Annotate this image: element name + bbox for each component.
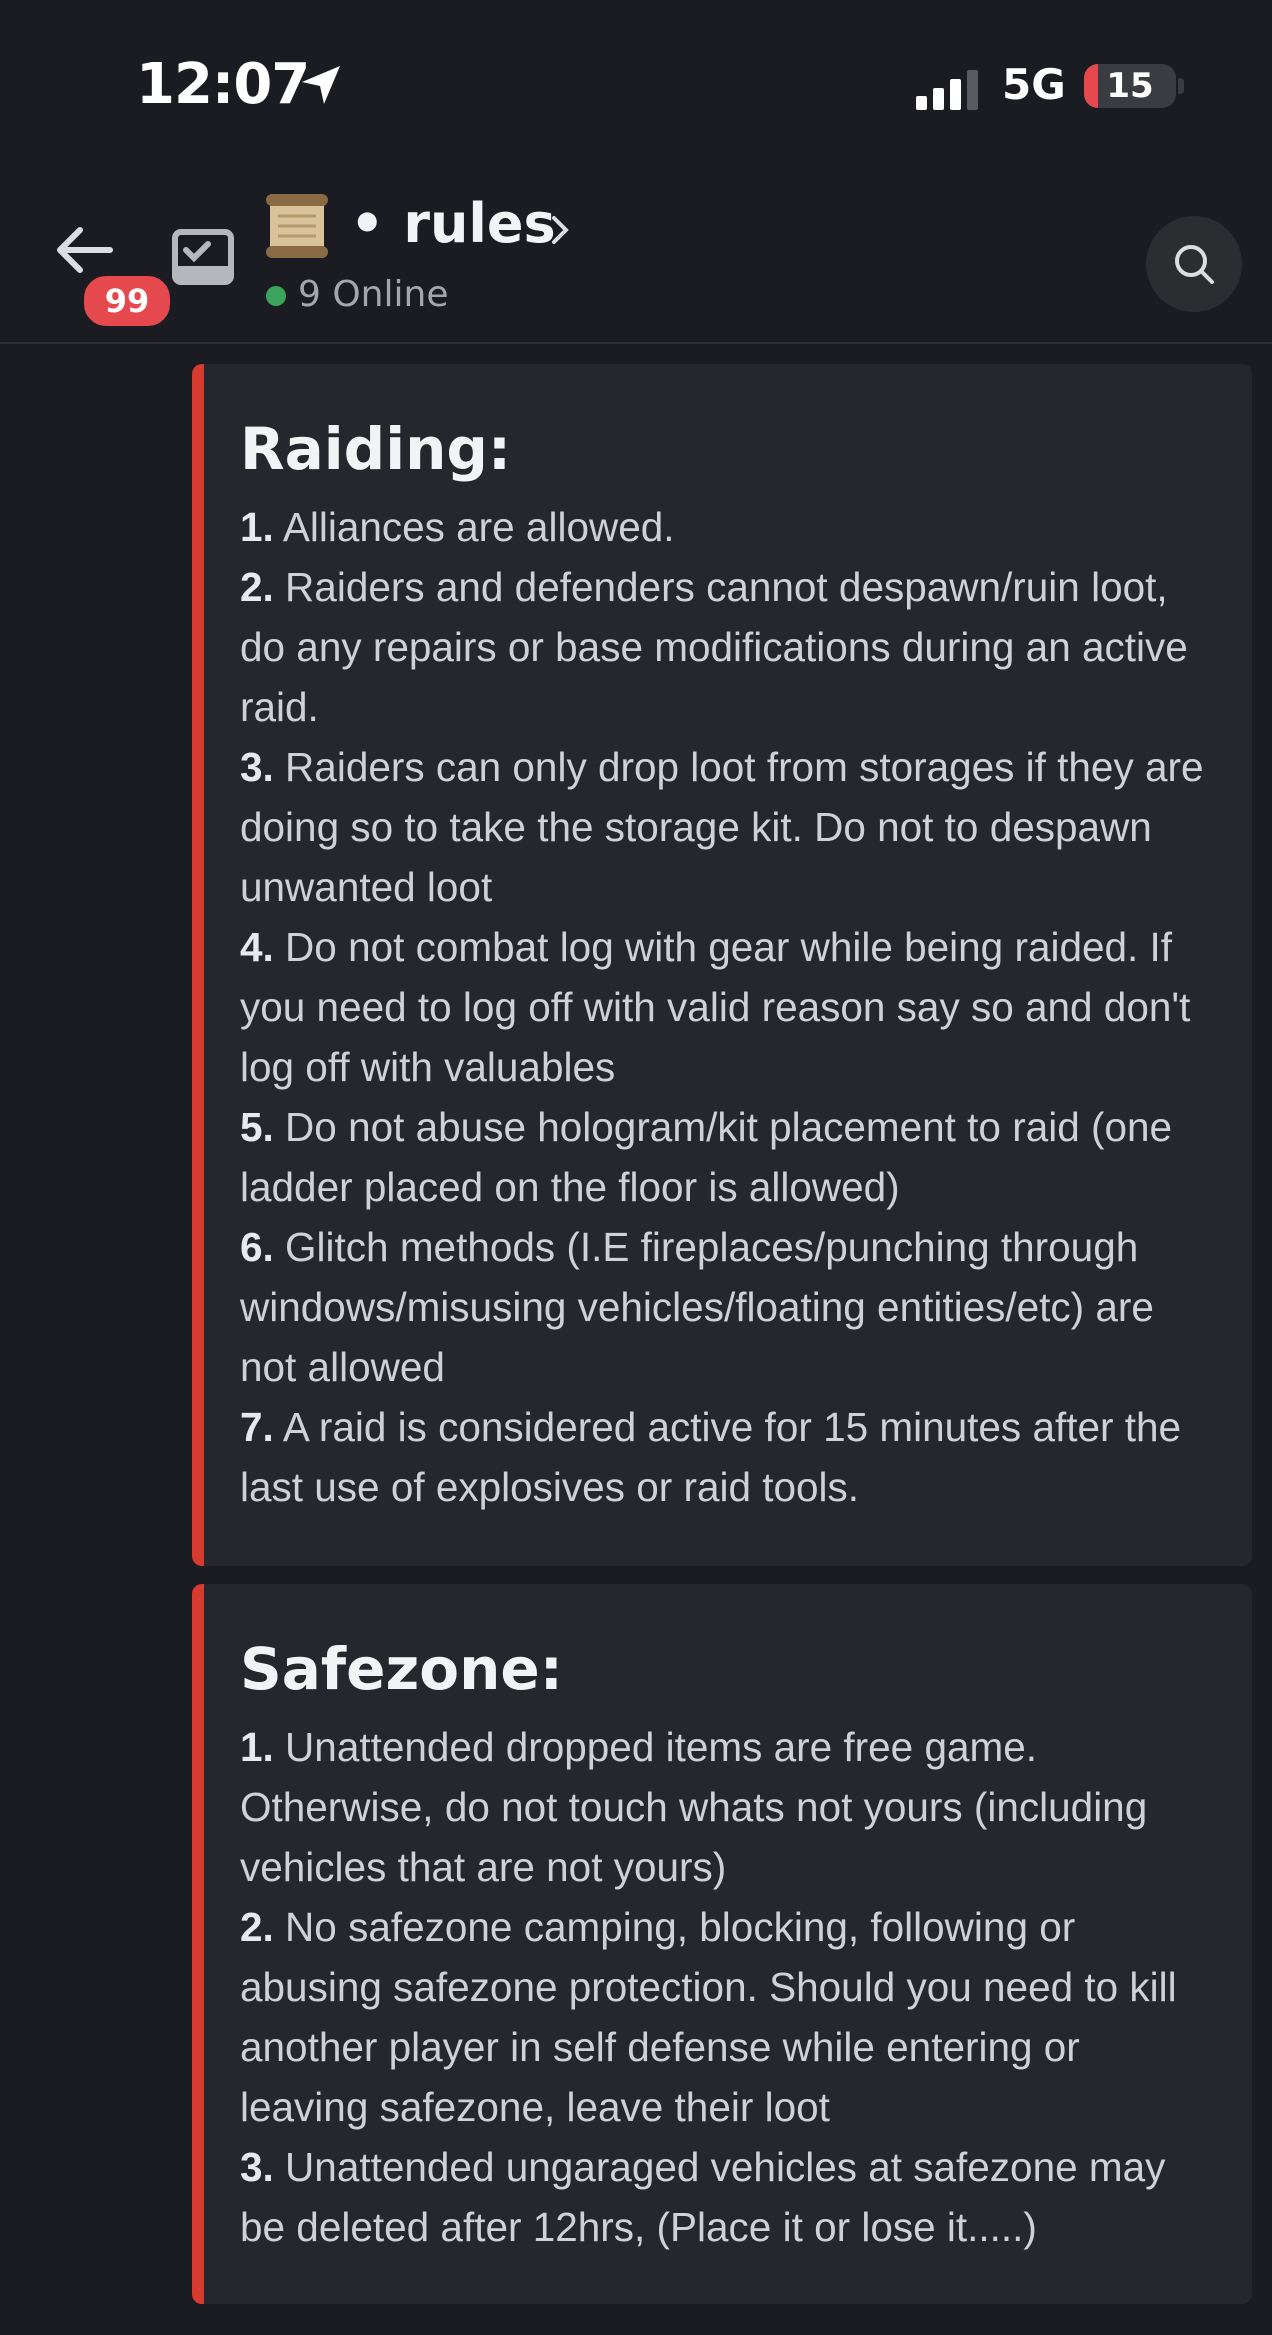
status-time: 12:07 <box>136 52 310 117</box>
battery-terminal <box>1178 78 1184 94</box>
channel-prefix: • <box>350 192 385 255</box>
rule-item: 1. Alliances are allowed. <box>240 503 675 550</box>
channel-title[interactable]: • rules <box>350 192 556 255</box>
network-type: 5G <box>1002 60 1066 109</box>
location-arrow-icon <box>302 66 340 104</box>
rules-channel-icon <box>172 229 234 285</box>
cellular-signal-icon <box>916 70 978 110</box>
rule-item: 5. Do not abuse hologram/kit placement t… <box>240 1103 1173 1210</box>
rule-item: 7. A raid is considered active for 15 mi… <box>240 1403 1182 1510</box>
rule-item: 2. Raiders and defenders cannot despawn/… <box>240 563 1188 730</box>
rule-item: 3. Unattended ungaraged vehicles at safe… <box>240 2143 1166 2250</box>
online-status-dot <box>266 286 286 306</box>
mention-count-badge: 99 <box>80 272 174 330</box>
embed-safezone: Safezone: 1. Unattended dropped items ar… <box>192 1584 1252 2304</box>
scroll-emoji-icon <box>266 194 328 258</box>
battery-icon: 15 <box>1084 64 1176 108</box>
rule-item: 1. Unattended dropped items are free gam… <box>240 1723 1148 1890</box>
embed-title: Raiding: <box>240 415 512 483</box>
embed-raiding: Raiding: 1. Alliances are allowed. 2. Ra… <box>192 364 1252 1566</box>
channel-name: rules <box>403 192 556 255</box>
embed-title: Safezone: <box>240 1635 563 1703</box>
battery-percentage: 15 <box>1106 66 1154 106</box>
channel-header: 99 • rules 9 Online <box>0 170 1272 344</box>
rule-item: 4. Do not combat log with gear while bei… <box>240 923 1191 1090</box>
status-bar: 12:07 5G 15 <box>0 0 1272 170</box>
rule-item: 3. Raiders can only drop loot from stora… <box>240 743 1204 910</box>
chevron-right-icon[interactable] <box>548 214 572 246</box>
online-count: 9 Online <box>298 274 449 315</box>
search-icon <box>1175 245 1214 284</box>
rule-item: 2. No safezone camping, blocking, follow… <box>240 1903 1177 2130</box>
search-button[interactable] <box>1146 216 1242 312</box>
back-arrow-icon[interactable] <box>52 220 116 280</box>
rule-item: 6. Glitch methods (I.E fireplaces/punchi… <box>240 1223 1154 1390</box>
